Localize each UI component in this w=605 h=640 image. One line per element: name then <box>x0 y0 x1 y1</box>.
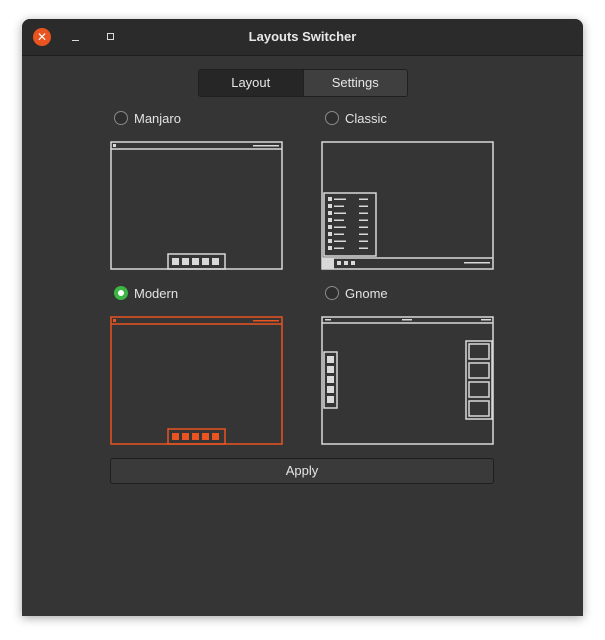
layout-label-gnome: Gnome <box>345 285 388 301</box>
tab-settings[interactable]: Settings <box>303 70 407 96</box>
radio-classic[interactable] <box>325 111 339 125</box>
layout-option-manjaro[interactable]: Manjaro <box>114 109 181 127</box>
layout-option-classic[interactable]: Classic <box>325 109 387 127</box>
radio-manjaro[interactable] <box>114 111 128 125</box>
layouts-switcher-window: ✕ Layouts Switcher Layout Settings Manja… <box>22 19 583 616</box>
apply-button[interactable]: Apply <box>110 458 494 484</box>
layout-option-gnome[interactable]: Gnome <box>325 284 388 302</box>
tab-layout[interactable]: Layout <box>199 70 304 96</box>
preview-manjaro[interactable] <box>110 141 284 271</box>
preview-modern[interactable] <box>110 316 284 446</box>
layout-label-modern: Modern <box>134 285 179 301</box>
titlebar: ✕ Layouts Switcher <box>22 19 583 56</box>
tab-switcher: Layout Settings <box>198 69 408 97</box>
window-title: Layouts Switcher <box>248 29 357 44</box>
preview-classic[interactable] <box>321 141 495 271</box>
layout-option-modern[interactable]: Modern <box>114 284 178 302</box>
layout-label-manjaro: Manjaro <box>134 110 181 126</box>
preview-gnome[interactable] <box>321 316 495 446</box>
radio-modern[interactable] <box>114 286 128 300</box>
layout-label-classic: Classic <box>345 110 387 126</box>
radio-gnome[interactable] <box>325 286 339 300</box>
